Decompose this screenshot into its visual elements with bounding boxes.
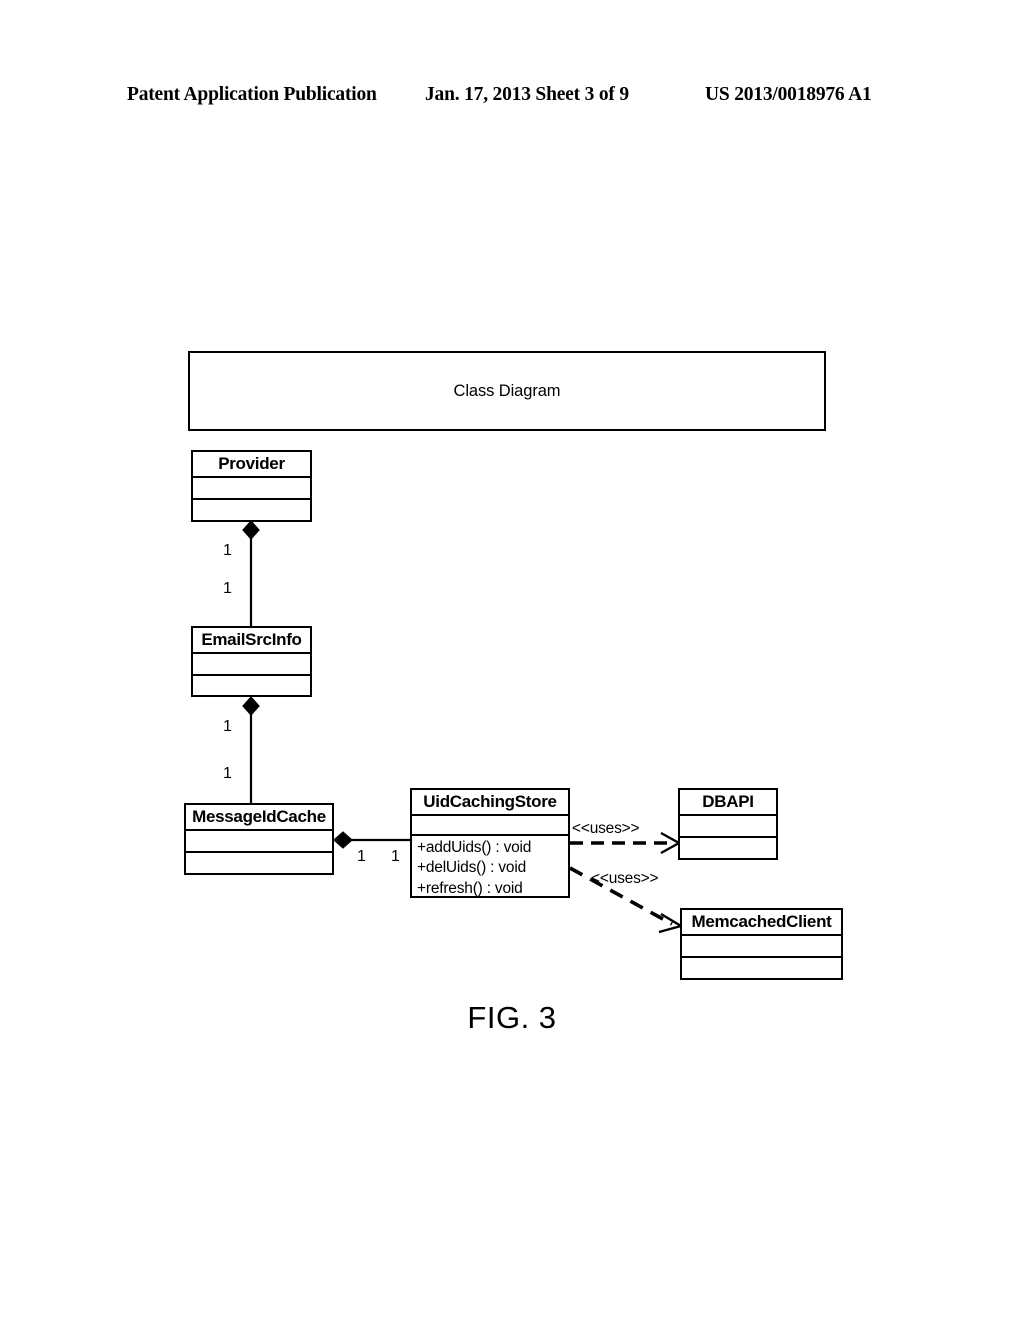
class-name-provider: Provider — [193, 452, 310, 478]
class-name-dbapi: DBAPI — [680, 790, 776, 816]
class-attributes-uid-caching-store — [412, 816, 568, 836]
multiplicity-emailsrcinfo-upper-end: 1 — [223, 580, 232, 597]
class-attributes-memcached-client — [682, 936, 841, 958]
stereotype-uses-memcachedclient: <<uses>> — [591, 870, 659, 887]
class-box-message-id-cache[interactable]: MessageIdCache — [184, 803, 334, 875]
class-diagram-frame-title: Class Diagram — [453, 381, 561, 400]
multiplicity-messageidcache-upper-end: 1 — [223, 765, 232, 782]
diagram-connectors-layer — [242, 520, 685, 934]
composition-diamond-emailsrcinfo — [242, 696, 260, 716]
class-operations-uid-caching-store: +addUids() : void +delUids() : void +ref… — [412, 836, 568, 902]
multiplicity-emailsrcinfo-lower-end: 1 — [223, 718, 232, 735]
class-attributes-email-src-info — [193, 654, 310, 676]
composition-messageidcache-uidcachingstore — [333, 831, 410, 849]
class-attributes-dbapi — [680, 816, 776, 838]
multiplicity-provider-end: 1 — [223, 542, 232, 559]
class-attributes-message-id-cache — [186, 831, 332, 853]
uml-class-diagram: Class Diagram Provider EmailSrcInfo Mess… — [0, 0, 1024, 1320]
multiplicity-uidcachingstore-left-end: 1 — [391, 848, 400, 865]
operation-add-uids: +addUids() : void — [417, 839, 532, 856]
operation-refresh: +refresh() : void — [417, 879, 523, 897]
composition-diamond-messageidcache — [333, 831, 353, 849]
composition-emailsrcinfo-messageidcache — [242, 696, 260, 803]
class-operations-message-id-cache — [186, 853, 332, 873]
class-operations-memcached-client — [682, 958, 841, 978]
figure-caption: FIG. 3 — [467, 1000, 557, 1035]
composition-provider-emailsrcinfo — [242, 520, 260, 626]
class-name-uid-caching-store: UidCachingStore — [412, 790, 568, 816]
class-box-uid-caching-store[interactable]: UidCachingStore +addUids() : void +delUi… — [410, 788, 570, 898]
class-diagram-frame: Class Diagram — [188, 351, 826, 431]
class-name-memcached-client: MemcachedClient — [682, 910, 841, 936]
class-name-message-id-cache: MessageIdCache — [186, 805, 332, 831]
class-operations-provider — [193, 500, 310, 520]
class-box-dbapi[interactable]: DBAPI — [678, 788, 778, 860]
class-name-email-src-info: EmailSrcInfo — [193, 628, 310, 654]
stereotype-uses-dbapi: <<uses>> — [572, 820, 640, 837]
composition-diamond-provider — [242, 520, 260, 540]
class-box-memcached-client[interactable]: MemcachedClient — [680, 908, 843, 980]
class-box-provider[interactable]: Provider — [191, 450, 312, 522]
class-operations-dbapi — [680, 838, 776, 858]
operation-del-uids: +delUids() : void — [417, 859, 527, 877]
class-attributes-provider — [193, 478, 310, 500]
class-operations-email-src-info — [193, 676, 310, 696]
multiplicity-messageidcache-right-end: 1 — [357, 848, 366, 865]
class-box-email-src-info[interactable]: EmailSrcInfo — [191, 626, 312, 697]
